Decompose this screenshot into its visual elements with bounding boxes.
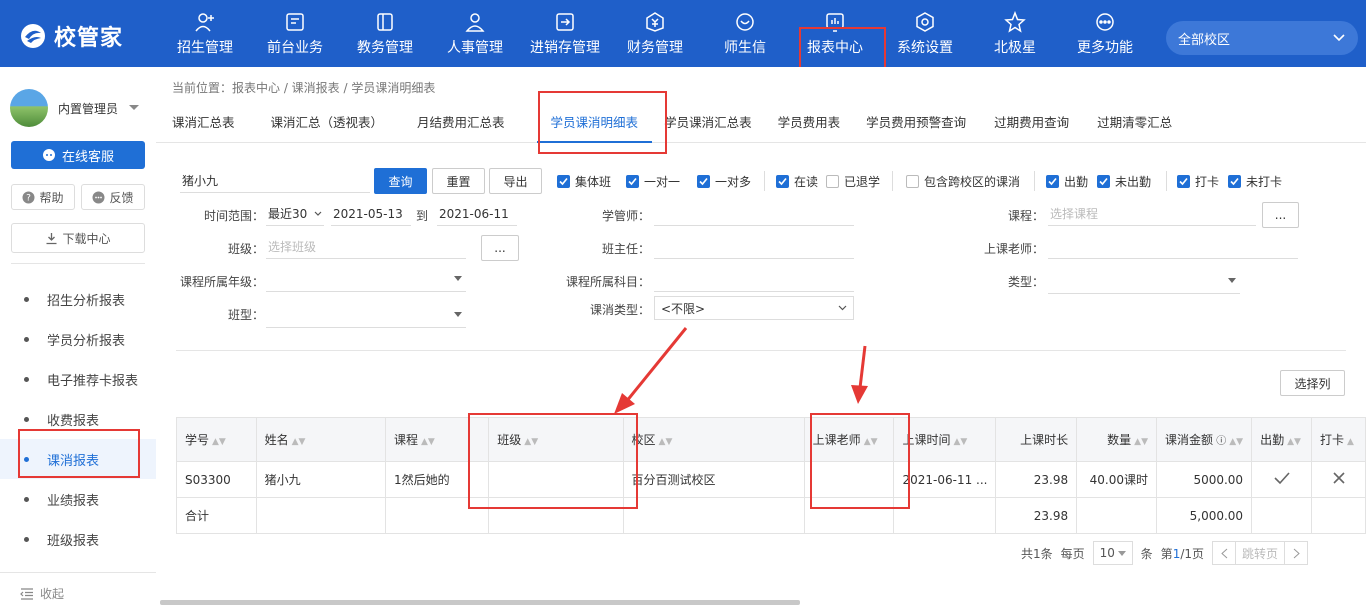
horizontal-scrollbar[interactable] (160, 600, 800, 605)
annotation-arrows (614, 327, 868, 414)
